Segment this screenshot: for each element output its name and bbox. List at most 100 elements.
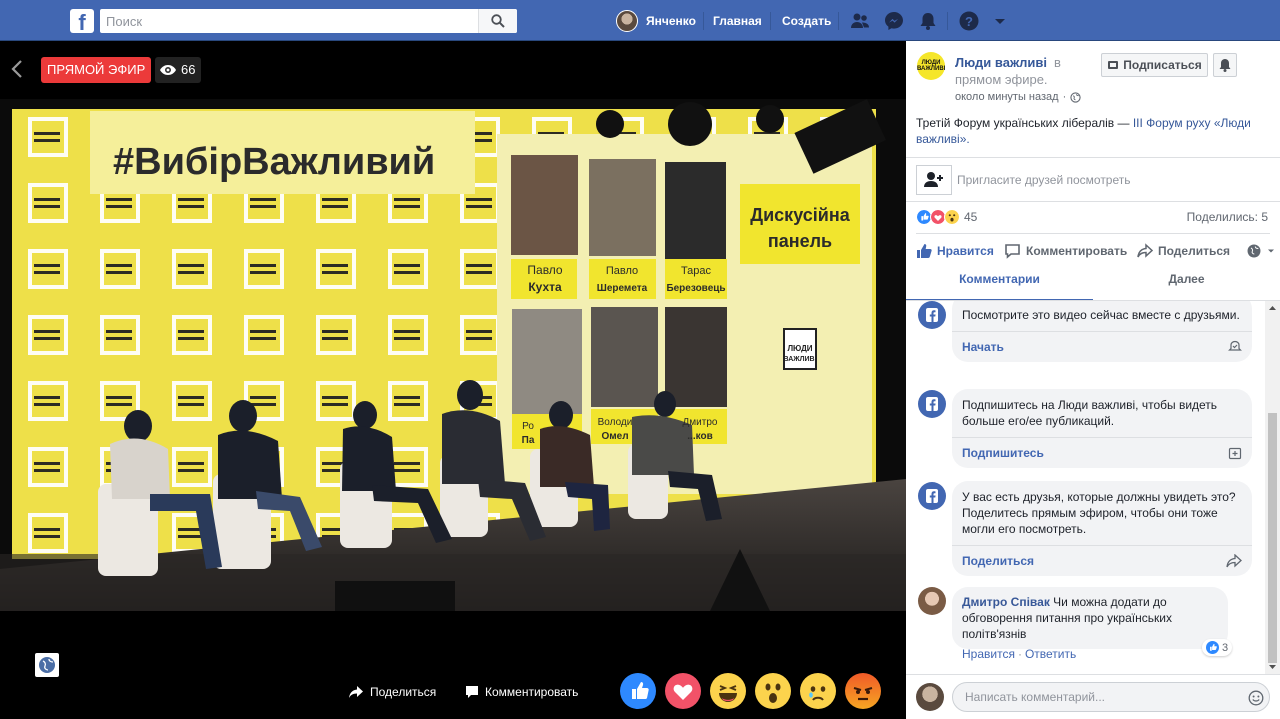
friends-icon[interactable]	[849, 10, 871, 32]
invite-friends-button[interactable]	[916, 165, 952, 195]
like-reaction-icon	[1206, 641, 1219, 654]
share-icon	[1137, 243, 1153, 258]
speaker-last-name: Па	[522, 435, 535, 446]
comment-like-link[interactable]: Нравится	[962, 647, 1015, 661]
share-live-prompt: У вас есть друзья, которые должны увидет…	[952, 481, 1252, 576]
facebook-logo-icon[interactable]: f	[70, 9, 94, 33]
start-watching-link[interactable]: Начать	[962, 340, 1242, 354]
share-live-link[interactable]: Поделиться	[962, 554, 1242, 568]
comment-input[interactable]	[952, 682, 1270, 712]
prompt-link-label: Подпишитесь	[962, 446, 1044, 460]
haha-reaction-icon[interactable]	[710, 673, 746, 709]
svg-text:?: ?	[965, 14, 973, 29]
subscribe-prompt: Подпишитесь на Люди важливі, чтобы видет…	[952, 389, 1252, 468]
audience-selector[interactable]	[1246, 243, 1275, 259]
comments-list[interactable]: Посмотрите это видео сейчас вместе с дру…	[906, 301, 1264, 674]
comment-label: Комментировать	[1026, 244, 1128, 258]
dropdown-caret-icon[interactable]	[993, 10, 1007, 32]
video-comment-button[interactable]: Комментировать	[465, 685, 578, 699]
angry-reaction-icon[interactable]	[845, 673, 881, 709]
page-avatar[interactable]: ЛЮДИ ВАЖЛИВІ	[917, 52, 945, 80]
like-label: Нравится	[937, 244, 994, 258]
post-timestamp[interactable]: около минуты назад ·	[955, 91, 1081, 103]
comment-bubble: Дмитро Співак Чи можна додати до обговор…	[952, 587, 1228, 649]
prompt-text: Подпишитесь на Люди важливі, чтобы видет…	[962, 398, 1218, 428]
profile-link[interactable]: Янченко	[616, 10, 696, 32]
search-input[interactable]	[100, 9, 517, 33]
comment-icon	[1005, 244, 1020, 259]
globe-button[interactable]	[35, 653, 59, 677]
video-action-bar: Поделиться Комментировать	[0, 668, 906, 719]
post-actions: Нравится Комментировать Поделиться	[916, 243, 1276, 263]
timestamp-text: около минуты назад	[955, 91, 1059, 103]
watch-party-icon	[1228, 340, 1242, 351]
help-icon[interactable]: ?	[958, 10, 980, 32]
share-label: Поделиться	[1158, 244, 1231, 258]
comment-author-link[interactable]: Дмитро Співак	[962, 595, 1050, 609]
tab-comments[interactable]: Комментарии	[906, 269, 1093, 301]
public-globe-icon	[1070, 91, 1081, 103]
messenger-icon[interactable]	[883, 10, 905, 32]
speaker-last-name: Шеремета	[597, 283, 648, 294]
love-reaction-icon[interactable]	[665, 673, 701, 709]
comment-likes-badge[interactable]: 3	[1202, 639, 1233, 656]
speaker-last-name: Березовець	[666, 283, 725, 294]
scroll-down-icon[interactable]	[1265, 660, 1280, 674]
subscribe-icon	[1108, 61, 1119, 69]
screen-panel-title-2: панель	[768, 231, 832, 251]
search-button[interactable]	[478, 9, 517, 33]
speaker-last-name: Омел	[601, 431, 628, 442]
facebook-prompt-icon	[918, 301, 946, 329]
stage-scene: #ВибірВажливий Дискусійна панель ЛЮДИ ВА…	[0, 99, 906, 611]
commenter-avatar[interactable]	[918, 587, 946, 615]
video-share-button[interactable]: Поделиться	[348, 685, 436, 699]
like-reaction-icon[interactable]	[620, 673, 656, 709]
add-friend-icon	[924, 172, 943, 187]
speaker-first-name: Володи	[598, 417, 633, 428]
comments-tabs: Комментарии Далее	[906, 269, 1280, 301]
subscribe-button[interactable]: Подписаться	[1101, 53, 1208, 77]
nav-divider	[770, 12, 771, 30]
reactions-summary[interactable]: 45	[916, 209, 977, 225]
sad-reaction-icon[interactable]	[800, 673, 836, 709]
facebook-prompt-icon	[918, 482, 946, 510]
subscribe-label: Подписаться	[1123, 58, 1202, 72]
notifications-icon[interactable]	[917, 10, 939, 32]
screen-logo-line1: ЛЮДИ	[787, 344, 812, 353]
emoji-icon[interactable]	[1248, 690, 1264, 706]
prompt-link-label: Поделиться	[962, 554, 1035, 568]
user-name: Янченко	[646, 14, 696, 28]
live-video-player[interactable]: ПРЯМОЙ ЭФИР 66 #ВибірВажливий Дискусійна…	[0, 41, 906, 719]
comments-scrollbar[interactable]	[1265, 301, 1280, 674]
comment-composer	[906, 674, 1280, 719]
share-button[interactable]: Поделиться	[1136, 243, 1230, 259]
nav-home-link[interactable]: Главная	[713, 14, 762, 28]
back-arrow-icon[interactable]	[10, 59, 24, 79]
comment-button[interactable]: Комментировать	[1004, 243, 1127, 259]
divider	[916, 233, 1270, 234]
tab-more[interactable]: Далее	[1093, 269, 1280, 301]
user-avatar	[616, 10, 638, 32]
nav-create-link[interactable]: Создать	[782, 14, 831, 28]
speaker-first-name: Павло	[606, 265, 638, 277]
add-subscription-icon	[1228, 447, 1242, 460]
subscribe-link[interactable]: Подпишитесь	[962, 446, 1242, 460]
divider	[906, 157, 1280, 158]
invite-friends-label[interactable]: Пригласите друзей посмотреть	[957, 173, 1131, 187]
scrollbar-thumb[interactable]	[1268, 413, 1277, 663]
divider	[906, 201, 1280, 202]
speaker-first-name: Ро	[522, 421, 534, 432]
screen-panel-title-1: Дискусійна	[750, 205, 850, 225]
speaker-first-name: Дмитро	[683, 417, 718, 428]
shares-count[interactable]: Поделились: 5	[1187, 210, 1268, 224]
top-navigation-bar: f Янченко Главная Создать ?	[0, 0, 1280, 41]
scroll-up-icon[interactable]	[1265, 301, 1280, 315]
comment-reply-link[interactable]: Ответить	[1025, 647, 1076, 661]
nav-divider	[947, 12, 948, 30]
wow-reaction-icon[interactable]	[755, 673, 791, 709]
page-name-link[interactable]: Люди важливі	[955, 55, 1047, 70]
chevron-down-icon	[1268, 249, 1274, 253]
like-button[interactable]: Нравится	[916, 243, 994, 259]
notifications-toggle-button[interactable]	[1213, 53, 1237, 77]
prompt-text: Посмотрите это видео сейчас вместе с дру…	[962, 308, 1240, 322]
